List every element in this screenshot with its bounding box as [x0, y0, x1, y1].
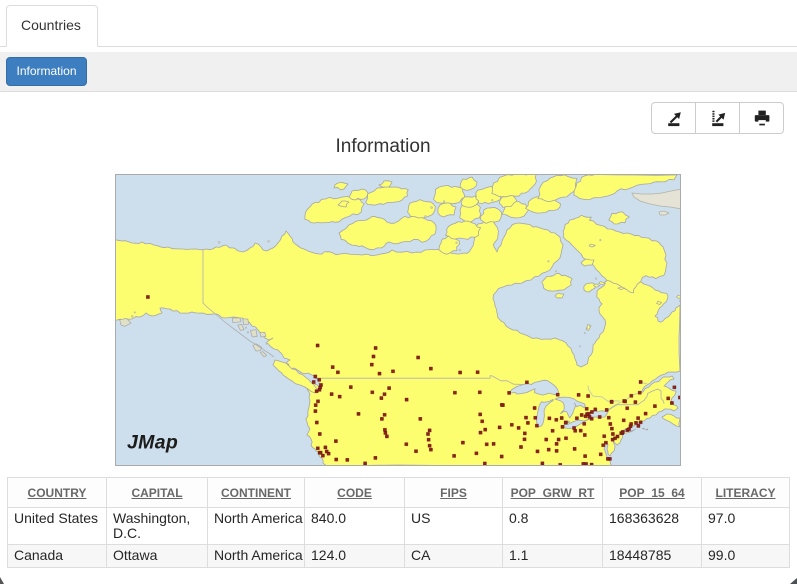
svg-text:JMap: JMap	[127, 432, 178, 454]
